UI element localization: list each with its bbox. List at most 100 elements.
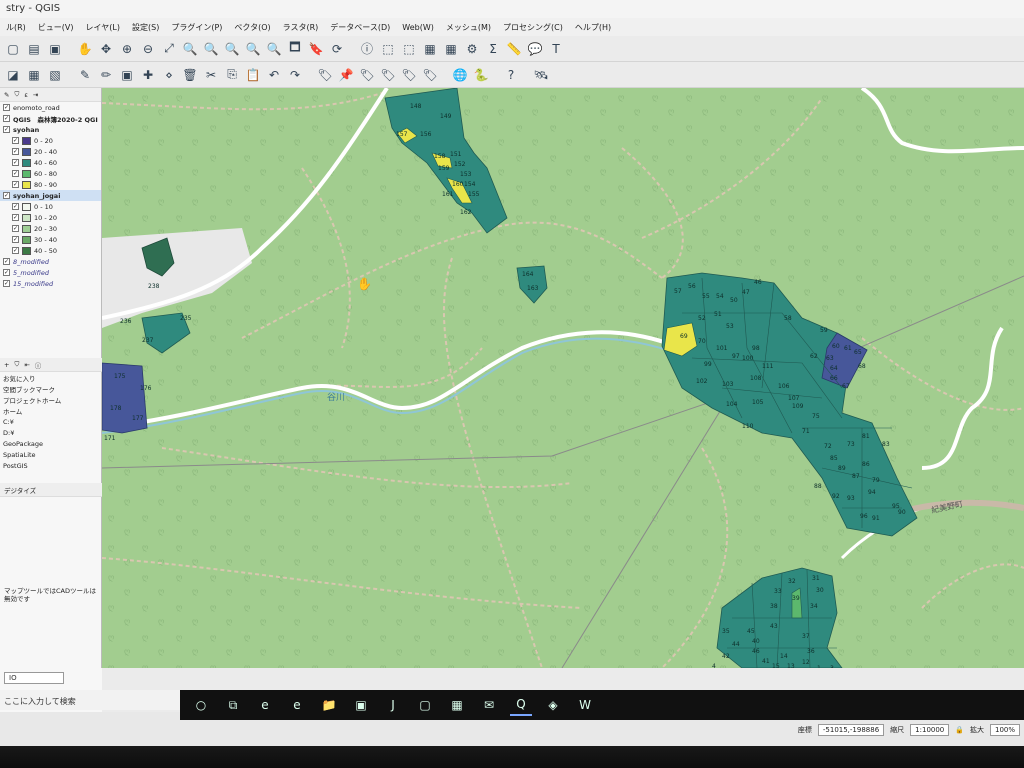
identify-icon[interactable]: ⓘ xyxy=(358,40,376,58)
browser-item[interactable]: 空間ブックマーク xyxy=(0,383,102,394)
layer-row[interactable]: ✓ enomoto_road xyxy=(0,102,101,113)
gps-satellite-icon[interactable]: 🛰 xyxy=(532,66,550,84)
vertex-tool-icon[interactable]: ⋄ xyxy=(160,66,178,84)
zoom-full-icon[interactable]: ⤢ xyxy=(160,40,178,58)
label-pin-icon[interactable]: 📌 xyxy=(337,66,355,84)
new-layer-icon[interactable]: ◪ xyxy=(4,66,22,84)
class-checkbox[interactable]: ✓ xyxy=(12,214,19,221)
locator-field[interactable]: IO xyxy=(4,672,64,684)
browser-item[interactable]: プロジェクトホーム xyxy=(0,394,102,405)
task-view-icon[interactable]: ⧉ xyxy=(222,694,244,716)
class-checkbox[interactable]: ✓ xyxy=(12,203,19,210)
browser-item[interactable]: D:¥ xyxy=(0,427,102,438)
refresh-icon[interactable]: ⟳ xyxy=(328,40,346,58)
calculator-icon[interactable]: ▦ xyxy=(446,694,468,716)
pan-to-selection-icon[interactable]: ✥ xyxy=(97,40,115,58)
zoom-native-icon[interactable]: 🔍 xyxy=(223,40,241,58)
legend-class-row[interactable]: ✓ 30 - 40 xyxy=(0,234,101,245)
layer-row-modified[interactable]: ✓ 5_modified xyxy=(0,267,101,278)
deselect-icon[interactable]: ⬚ xyxy=(400,40,418,58)
map-svg[interactable]: ღ ღ xyxy=(102,88,1024,668)
browser-item[interactable]: SpatiaLite xyxy=(0,449,102,460)
expand-all-icon[interactable]: ⇥ xyxy=(33,91,38,99)
app-icon[interactable]: ▣ xyxy=(350,694,372,716)
label-highlight-icon[interactable]: 🏷 xyxy=(358,66,376,84)
menu-item[interactable]: ラスタ(R) xyxy=(277,22,325,33)
mail-icon[interactable]: ✉ xyxy=(478,694,500,716)
class-checkbox[interactable]: ✓ xyxy=(12,148,19,155)
layer-row-modified[interactable]: ✓ 15_modified xyxy=(0,278,101,289)
settings-gear-icon[interactable]: ⚙ xyxy=(463,40,481,58)
bookmark-icon[interactable]: 🔖 xyxy=(307,40,325,58)
legend-class-row[interactable]: ✓ 10 - 20 xyxy=(0,212,101,223)
layer-checkbox[interactable]: ✓ xyxy=(3,115,10,122)
layer-checkbox[interactable]: ✓ xyxy=(3,192,10,199)
layer-checkbox[interactable]: ✓ xyxy=(3,269,10,276)
menu-item[interactable]: プロセシング(C) xyxy=(497,22,569,33)
explorer-folder-icon[interactable]: 📁 xyxy=(318,694,340,716)
cut-features-icon[interactable]: ✂ xyxy=(202,66,220,84)
help-icon[interactable]: ? xyxy=(502,66,520,84)
class-checkbox[interactable]: ✓ xyxy=(12,236,19,243)
open-attribute-table-icon[interactable]: ▦ xyxy=(421,40,439,58)
filter-icon[interactable]: ⛉ xyxy=(14,90,19,99)
legend-class-row[interactable]: ✓ 20 - 40 xyxy=(0,146,101,157)
qgis-taskbar-icon[interactable]: Q xyxy=(510,694,532,716)
menu-item[interactable]: ビュー(V) xyxy=(32,22,80,33)
temporary-layer-icon[interactable]: ▧ xyxy=(46,66,64,84)
menu-item[interactable]: ル(R) xyxy=(0,22,32,33)
save-edits-icon[interactable]: ▣ xyxy=(118,66,136,84)
map-app-icon[interactable]: ◈ xyxy=(542,694,564,716)
browser-item[interactable]: GeoPackage xyxy=(0,438,102,449)
map-tips-icon[interactable]: 💬 xyxy=(526,40,544,58)
save-project-icon[interactable]: ▣ xyxy=(46,40,64,58)
legend-class-row[interactable]: ✓ 20 - 30 xyxy=(0,223,101,234)
label-tool-icon[interactable]: 🏷 xyxy=(316,66,334,84)
plugin-globe-icon[interactable]: 🌐 xyxy=(451,66,469,84)
zoom-last-icon[interactable]: 🔍 xyxy=(244,40,262,58)
map-canvas[interactable]: ღ ღ xyxy=(102,88,1024,668)
menu-item[interactable]: プラグイン(P) xyxy=(165,22,228,33)
statistics-sigma-icon[interactable]: Σ xyxy=(484,40,502,58)
edge-icon[interactable]: e xyxy=(286,694,308,716)
menu-item[interactable]: 設定(S) xyxy=(126,22,165,33)
class-checkbox[interactable]: ✓ xyxy=(12,225,19,232)
menu-item[interactable]: Web(W) xyxy=(396,23,440,32)
undo-icon[interactable]: ↶ xyxy=(265,66,283,84)
legend-class-row[interactable]: ✓ 40 - 60 xyxy=(0,157,101,168)
add-feature-icon[interactable]: ✚ xyxy=(139,66,157,84)
text-annotation-icon[interactable]: T xyxy=(547,40,565,58)
legend-class-row[interactable]: ✓ 0 - 20 xyxy=(0,135,101,146)
class-checkbox[interactable]: ✓ xyxy=(12,137,19,144)
browser-item[interactable]: お気に入り xyxy=(0,372,102,383)
legend-class-row[interactable]: ✓ 80 - 90 xyxy=(0,179,101,190)
layer-checkbox[interactable]: ✓ xyxy=(3,104,10,111)
new-project-icon[interactable]: ▢ xyxy=(4,40,22,58)
legend-class-row[interactable]: ✓ 60 - 80 xyxy=(0,168,101,179)
browser-item[interactable]: C:¥ xyxy=(0,416,102,427)
python-console-icon[interactable]: 🐍 xyxy=(472,66,490,84)
menu-item[interactable]: レイヤ(L) xyxy=(80,22,126,33)
add-layer-icon[interactable]: + xyxy=(4,361,9,369)
properties-icon[interactable]: ⓘ xyxy=(35,360,42,370)
layer-row-modified[interactable]: ✓ 8_modified xyxy=(0,256,101,267)
data-source-manager-icon[interactable]: ▦ xyxy=(25,66,43,84)
scale-field[interactable]: 1:10000 xyxy=(910,724,950,736)
label-change-icon[interactable]: 🏷 xyxy=(421,66,439,84)
word-icon[interactable]: W xyxy=(574,694,596,716)
toggle-editing-icon[interactable]: ✏ xyxy=(97,66,115,84)
field-calculator-icon[interactable]: ▦ xyxy=(442,40,460,58)
zoom-out-icon[interactable]: ⊖ xyxy=(139,40,157,58)
layer-row[interactable]: ✓ QGIS 森林簿2020-2 QGI xyxy=(0,113,101,124)
windows-search-box[interactable]: ここに入力して検索 xyxy=(0,690,180,710)
layer-row[interactable]: ✓ syohan xyxy=(0,124,101,135)
browser-item[interactable]: ホーム xyxy=(0,405,102,416)
label-rotate-icon[interactable]: 🏷 xyxy=(400,66,418,84)
zoom-in-icon[interactable]: ⊕ xyxy=(118,40,136,58)
jww-icon[interactable]: J xyxy=(382,694,404,716)
zoom-field[interactable]: 100% xyxy=(989,724,1020,736)
legend-class-row[interactable]: ✓ 0 - 10 xyxy=(0,201,101,212)
window-icon[interactable]: ▢ xyxy=(414,694,436,716)
filter-icon[interactable]: ⛉ xyxy=(14,360,19,369)
class-checkbox[interactable]: ✓ xyxy=(12,181,19,188)
